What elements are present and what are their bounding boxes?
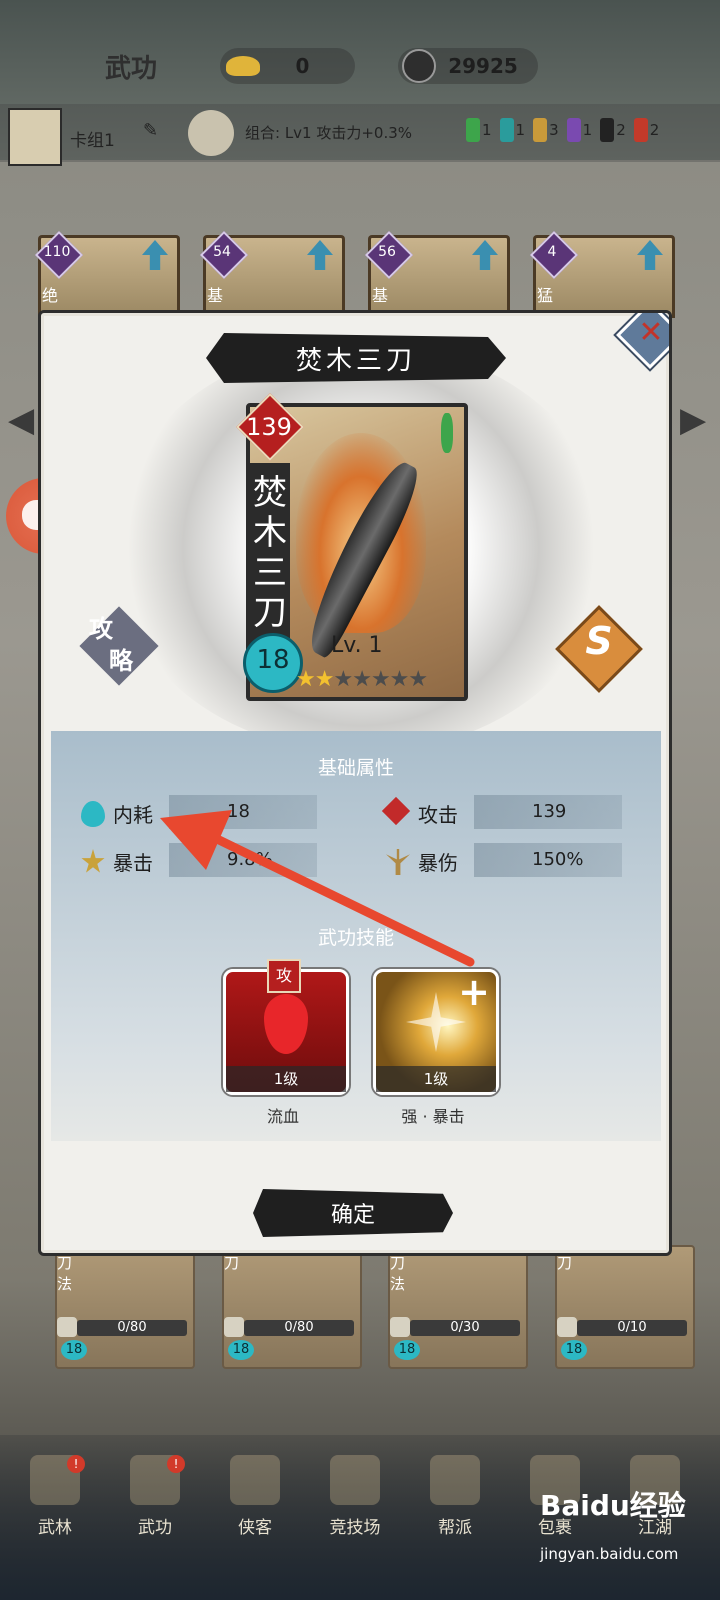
nav-label: 武功 — [138, 1518, 172, 1538]
nav-label: 武林 — [38, 1518, 72, 1538]
hero-hat-icon — [230, 1455, 280, 1505]
nav-item-2[interactable]: 侠客 — [205, 1455, 305, 1538]
baidu-watermark-url: jingyan.baidu.com — [540, 1545, 679, 1563]
nav-item-4[interactable]: 帮派 — [405, 1455, 505, 1538]
alert-badge: ! — [67, 1455, 85, 1473]
annotation-arrow — [160, 810, 475, 967]
nav-item-1[interactable]: 武功! — [105, 1455, 205, 1538]
baidu-watermark: Baidu经验 — [540, 1489, 686, 1522]
nav-label: 侠客 — [238, 1518, 272, 1538]
nav-label: 竞技场 — [329, 1518, 381, 1538]
nav-item-3[interactable]: 竞技场 — [305, 1455, 405, 1538]
alert-badge: ! — [167, 1455, 185, 1473]
swords-icon — [330, 1455, 380, 1505]
banner-icon — [430, 1455, 480, 1505]
nav-label: 帮派 — [438, 1518, 472, 1538]
nav-item-0[interactable]: 武林! — [5, 1455, 105, 1538]
